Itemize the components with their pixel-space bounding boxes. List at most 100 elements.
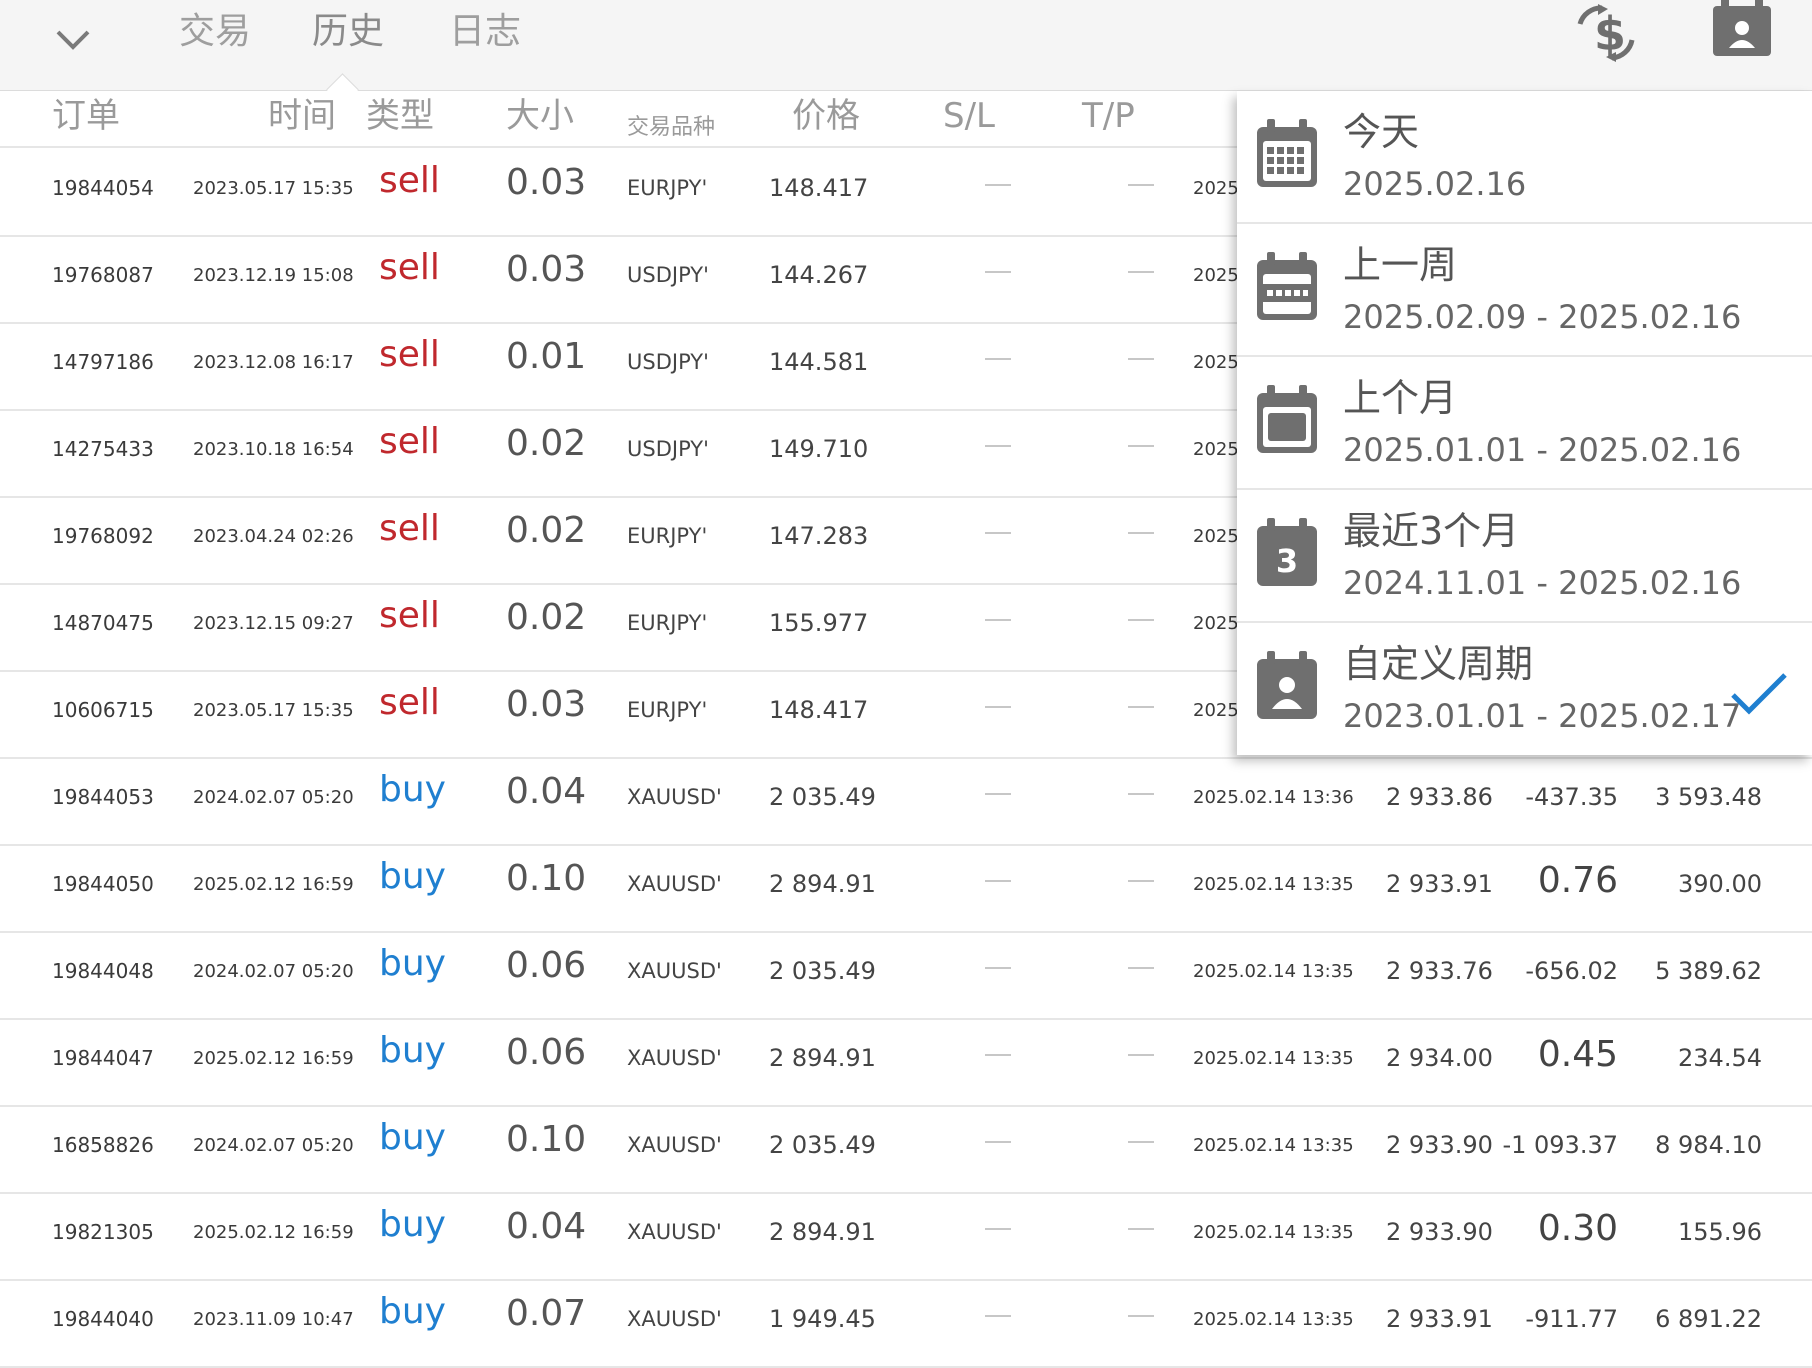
- close-time: 2025.02.14 13:35: [1193, 1309, 1354, 1330]
- trade-size: 0.03: [506, 249, 587, 290]
- order-number: 10606715: [52, 698, 154, 722]
- table-row[interactable]: 16858826 2024.02.07 05:20 buy 0.10 XAUUSD' 2 …: [0, 1105, 1812, 1194]
- sl-empty-dash: [985, 880, 1011, 882]
- trade-symbol: USDJPY': [627, 350, 709, 374]
- open-time: 2023.12.15 09:27: [193, 613, 354, 634]
- period-option-last-month[interactable]: 上个月 2025.01.01 - 2025.02.16: [1237, 357, 1812, 490]
- tp-empty-dash: [1128, 358, 1154, 360]
- trade-size: 0.06: [506, 945, 587, 986]
- open-price: 148.417: [769, 696, 869, 724]
- period-option-title: 最近3个月: [1343, 509, 1520, 553]
- col-sl[interactable]: S/L: [943, 92, 995, 140]
- table-row[interactable]: 19844050 2025.02.12 16:59 buy 0.10 XAUUSD' 2 …: [0, 844, 1812, 933]
- sl-empty-dash: [985, 532, 1011, 534]
- col-order[interactable]: 订单: [52, 92, 120, 140]
- col-symbol[interactable]: 交易品种: [627, 104, 715, 152]
- close-time: 2025: [1193, 178, 1239, 199]
- trade-size: 0.02: [506, 423, 587, 464]
- period-option-range: 2025.02.09 - 2025.02.16: [1343, 298, 1742, 336]
- profit-value: 234.54: [1678, 1044, 1762, 1072]
- trade-type: buy: [379, 1030, 446, 1071]
- chevron-down-icon[interactable]: [52, 18, 94, 60]
- open-price: 2 035.49: [769, 1131, 876, 1159]
- open-price: 2 035.49: [769, 783, 876, 811]
- col-tp[interactable]: T/P: [1082, 92, 1135, 140]
- col-type[interactable]: 类型: [366, 92, 434, 140]
- table-row[interactable]: 19844048 2024.02.07 05:20 buy 0.06 XAUUSD' 2 …: [0, 931, 1812, 1020]
- tp-empty-dash: [1128, 793, 1154, 795]
- profit-value: 6 891.22: [1655, 1305, 1762, 1333]
- sl-empty-dash: [985, 271, 1011, 273]
- close-time: 2025.02.14 13:35: [1193, 1048, 1354, 1069]
- col-price[interactable]: 价格: [792, 92, 860, 140]
- close-time: 2025.02.14 13:35: [1193, 1222, 1354, 1243]
- table-row[interactable]: 19844047 2025.02.12 16:59 buy 0.06 XAUUSD' 2 …: [0, 1018, 1812, 1107]
- trade-type: sell: [379, 247, 440, 288]
- order-number: 19844053: [52, 785, 154, 809]
- profit-value: 3 593.48: [1655, 783, 1762, 811]
- period-option-title: 自定义周期: [1343, 642, 1534, 686]
- open-price: 147.283: [769, 522, 869, 550]
- period-option-custom[interactable]: 自定义周期 2023.01.01 - 2025.02.17: [1237, 623, 1812, 754]
- order-number: 14870475: [52, 611, 154, 635]
- trade-symbol: XAUUSD': [627, 1133, 722, 1157]
- trade-size: 0.02: [506, 510, 587, 551]
- trade-type: buy: [379, 943, 446, 984]
- tp-empty-dash: [1128, 1054, 1154, 1056]
- trade-symbol: XAUUSD': [627, 959, 722, 983]
- tp-empty-dash: [1128, 706, 1154, 708]
- tab-trade[interactable]: 交易: [179, 8, 251, 56]
- close-time: 2025: [1193, 352, 1239, 373]
- trade-symbol: EURJPY': [627, 176, 708, 200]
- trade-symbol: XAUUSD': [627, 785, 722, 809]
- open-price: 2 035.49: [769, 957, 876, 985]
- tp-empty-dash: [1128, 619, 1154, 621]
- tab-history[interactable]: 历史: [312, 8, 384, 56]
- open-time: 2025.02.12 16:59: [193, 1048, 354, 1069]
- trade-type: buy: [379, 1204, 446, 1245]
- trade-size: 0.06: [506, 1032, 587, 1073]
- period-option-last-3-months[interactable]: 3 最近3个月 2024.11.01 - 2025.02.16: [1237, 490, 1812, 623]
- open-time: 2024.02.07 05:20: [193, 1135, 354, 1156]
- trade-symbol: USDJPY': [627, 437, 709, 461]
- open-time: 2023.10.18 16:54: [193, 439, 354, 460]
- open-time: 2023.05.17 15:35: [193, 178, 354, 199]
- period-option-range: 2025.01.01 - 2025.02.16: [1343, 431, 1742, 469]
- open-time: 2023.11.09 10:47: [193, 1309, 354, 1330]
- open-time: 2023.12.08 16:17: [193, 352, 354, 373]
- trade-size: 0.10: [506, 1119, 587, 1160]
- trade-type: sell: [379, 508, 440, 549]
- table-row[interactable]: 19844053 2024.02.07 05:20 buy 0.04 XAUUSD' 2 …: [0, 757, 1812, 846]
- tp-empty-dash: [1128, 445, 1154, 447]
- open-time: 2023.12.19 15:08: [193, 265, 354, 286]
- sl-empty-dash: [985, 1228, 1011, 1230]
- sl-empty-dash: [985, 1315, 1011, 1317]
- open-time: 2024.02.07 05:20: [193, 961, 354, 982]
- col-size[interactable]: 大小: [506, 92, 574, 140]
- open-price: 2 894.91: [769, 1044, 876, 1072]
- order-number: 14275433: [52, 437, 154, 461]
- period-option-range: 2025.02.16: [1343, 165, 1527, 203]
- period-option-last-week[interactable]: 上一周 2025.02.09 - 2025.02.16: [1237, 224, 1812, 357]
- open-price: 1 949.45: [769, 1305, 876, 1333]
- period-option-today[interactable]: 今天 2025.02.16: [1237, 91, 1812, 224]
- table-row[interactable]: 19821305 2025.02.12 16:59 buy 0.04 XAUUSD' 2 …: [0, 1192, 1812, 1281]
- col-time[interactable]: 时间: [268, 92, 336, 140]
- order-number: 19844054: [52, 176, 154, 200]
- trade-symbol: XAUUSD': [627, 1046, 722, 1070]
- table-row[interactable]: 19844040 2023.11.09 10:47 buy 0.07 XAUUSD' 1 …: [0, 1279, 1812, 1368]
- calendar-person-icon[interactable]: [1711, 0, 1773, 58]
- order-number: 19844050: [52, 872, 154, 896]
- order-number: 19768092: [52, 524, 154, 548]
- dollar-exchange-icon[interactable]: $: [1572, 4, 1642, 62]
- trade-symbol: XAUUSD': [627, 1307, 722, 1331]
- close-time: 2025: [1193, 265, 1239, 286]
- open-time: 2023.05.17 15:35: [193, 700, 354, 721]
- trade-size: 0.04: [506, 1206, 587, 1247]
- svg-text:3: 3: [1276, 542, 1298, 580]
- tab-journal[interactable]: 日志: [449, 8, 521, 56]
- close-time: 2025.02.14 13:35: [1193, 874, 1354, 895]
- open-price: 155.977: [769, 609, 869, 637]
- calendar-week-icon: [1257, 252, 1317, 320]
- sl-empty-dash: [985, 445, 1011, 447]
